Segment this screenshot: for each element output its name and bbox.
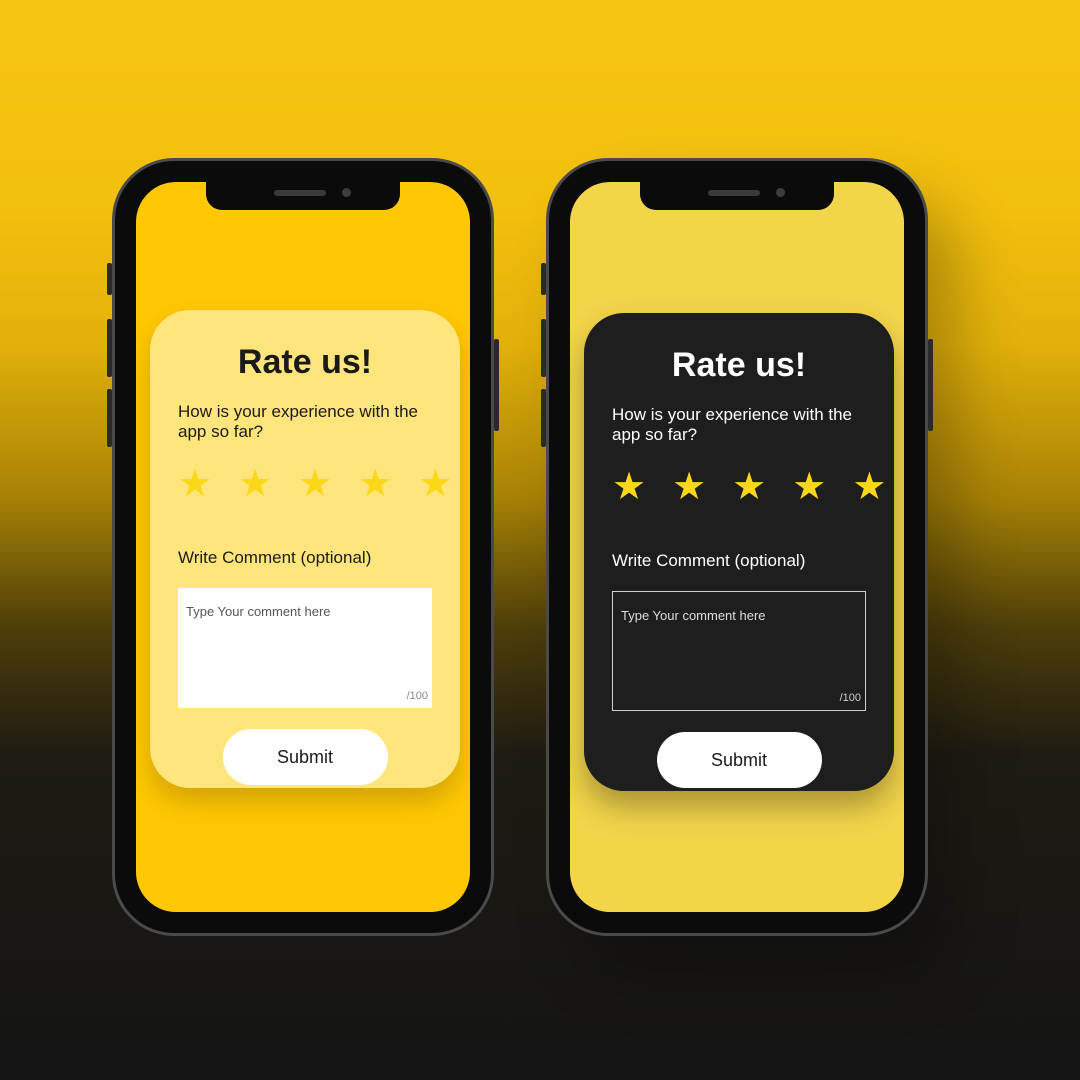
notch: [640, 180, 834, 210]
comment-input[interactable]: Type Your comment here /100: [612, 591, 866, 711]
star-icon-3[interactable]: ★: [298, 464, 332, 504]
phone-screen: Rate us! How is your experience with the…: [136, 182, 470, 912]
char-counter: /100: [839, 692, 861, 704]
volume-down-button: [541, 389, 546, 447]
comment-placeholder: Type Your comment here: [186, 604, 331, 619]
notch: [206, 180, 400, 210]
card-title: Rate us!: [671, 346, 807, 384]
silent-switch: [107, 263, 112, 295]
star-icon-2[interactable]: ★: [672, 467, 706, 507]
rating-question: How is your experience with the app so f…: [178, 402, 419, 441]
comment-label: Write Comment (optional): [178, 548, 372, 567]
card-title: Rate us!: [237, 343, 373, 381]
phone-light: Rate us! How is your experience with the…: [107, 158, 499, 936]
front-camera-icon: [776, 188, 785, 197]
rating-question: How is your experience with the app so f…: [612, 405, 853, 444]
star-icon-2[interactable]: ★: [238, 464, 272, 504]
phone-screen: Rate us! How is your experience with the…: [570, 182, 904, 912]
phone-dark: Rate us! How is your experience with the…: [541, 158, 933, 936]
submit-button[interactable]: Submit: [222, 729, 388, 785]
submit-button[interactable]: Submit: [656, 732, 822, 788]
star-rating: ★ ★ ★ ★ ★: [178, 464, 452, 504]
power-button: [494, 339, 499, 431]
star-rating: ★ ★ ★ ★ ★: [612, 467, 886, 507]
front-camera-icon: [342, 188, 351, 197]
rating-card: Rate us! How is your experience with the…: [150, 310, 460, 788]
rating-card: Rate us! How is your experience with the…: [584, 313, 894, 791]
volume-down-button: [107, 389, 112, 447]
star-icon-1[interactable]: ★: [612, 467, 646, 507]
star-icon-4[interactable]: ★: [358, 464, 392, 504]
volume-up-button: [107, 319, 112, 377]
volume-up-button: [541, 319, 546, 377]
silent-switch: [541, 263, 546, 295]
speaker-grille: [708, 190, 760, 196]
comment-placeholder: Type Your comment here: [621, 608, 766, 623]
power-button: [928, 339, 933, 431]
star-icon-3[interactable]: ★: [732, 467, 766, 507]
star-icon-4[interactable]: ★: [792, 467, 826, 507]
char-counter: /100: [406, 690, 428, 702]
comment-label: Write Comment (optional): [612, 551, 806, 570]
speaker-grille: [274, 190, 326, 196]
star-icon-5[interactable]: ★: [852, 467, 886, 507]
star-icon-1[interactable]: ★: [178, 464, 212, 504]
comment-input[interactable]: Type Your comment here /100: [178, 588, 432, 708]
star-icon-5[interactable]: ★: [418, 464, 452, 504]
